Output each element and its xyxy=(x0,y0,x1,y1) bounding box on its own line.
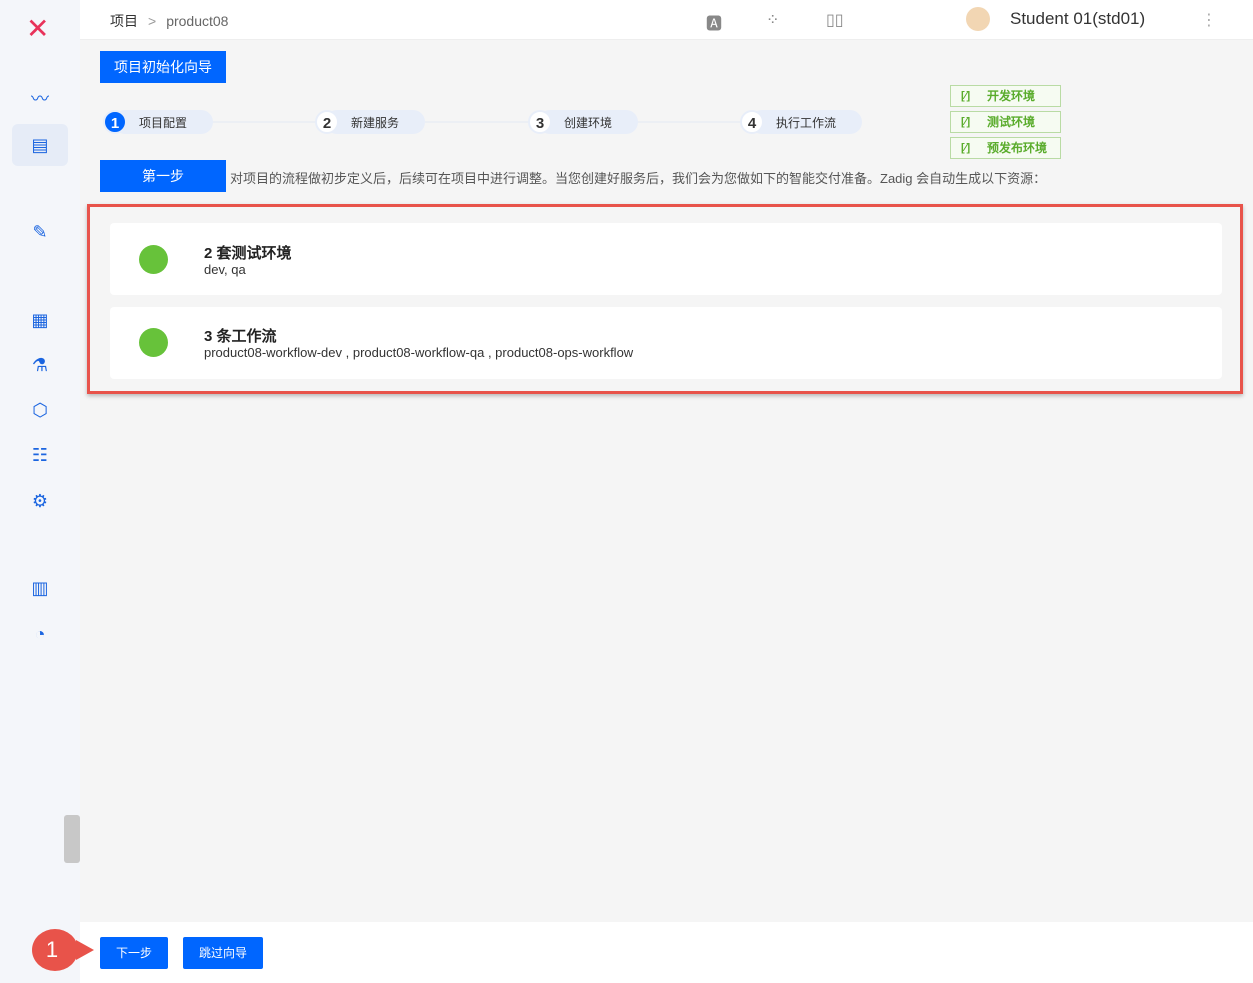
env-tag-dev: [⁄] 开发环境 xyxy=(950,85,1061,107)
env-tag-test: [⁄] 测试环境 xyxy=(950,111,1061,133)
step-label: 项目配置 xyxy=(139,115,188,130)
step-number: 1 xyxy=(103,110,127,134)
edit-note-icon[interactable]: ✎ xyxy=(28,220,52,244)
chart-monitor-icon[interactable]: ▥ xyxy=(28,576,52,600)
env-tag-label: 测试环境 xyxy=(987,115,1036,129)
step-label: 创建环境 xyxy=(564,115,613,130)
docs-book-icon[interactable]: ▯▯ xyxy=(826,10,844,30)
breadcrumb: 项目 > product08 xyxy=(110,11,228,31)
env-tag-label: 预发布环境 xyxy=(987,141,1048,155)
package-icon[interactable]: ⬡ xyxy=(28,398,52,422)
step-label: 新建服务 xyxy=(351,115,400,130)
step-number: 3 xyxy=(528,110,552,134)
wizard-title: 项目初始化向导 xyxy=(100,51,226,83)
resource-title: 3 条工作流 xyxy=(204,328,277,345)
resource-card-envs: 2 套测试环境 dev, qa xyxy=(110,223,1222,295)
flask-icon[interactable]: ⚗ xyxy=(28,353,52,377)
next-button[interactable]: 下一步 xyxy=(100,937,168,969)
step-1: 1 项目配置 xyxy=(103,110,213,134)
topbar: 项目 > product08 🅰 ⁘ ▯▯ Student 01(std01) ⋮ xyxy=(80,0,1253,40)
step-connector xyxy=(425,121,530,123)
status-dot xyxy=(139,245,168,274)
step-label-badge: 第一步 xyxy=(100,160,226,192)
step-description: 对项目的流程做初步定义后，后续可在项目中进行调整。当您创建好服务后，我们会为您做… xyxy=(230,171,1047,186)
more-vertical-icon[interactable]: ⋮ xyxy=(1201,10,1217,30)
step-2: 2 新建服务 xyxy=(315,110,425,134)
resource-detail: product08-workflow-dev , product08-workf… xyxy=(204,345,634,360)
breadcrumb-sep: > xyxy=(148,13,157,29)
sidebar: ✕ 〰 ▤ ✎ ▦ ⚗ ⬡ ☷ ⚙ ▥ ◔ xyxy=(0,0,80,983)
resource-detail: dev, qa xyxy=(204,262,246,277)
annotation-badge: 1 xyxy=(32,929,94,971)
zadig-logo[interactable]: ✕ xyxy=(26,12,49,45)
step-connector xyxy=(210,121,320,123)
breadcrumb-project: product08 xyxy=(166,13,229,29)
hierarchy-icon[interactable]: ☷ xyxy=(28,443,52,467)
code-window-icon: [⁄] xyxy=(961,142,971,154)
step-number: 2 xyxy=(315,110,339,134)
skip-wizard-button[interactable]: 跳过向导 xyxy=(183,937,263,969)
step-3: 3 创建环境 xyxy=(528,110,638,134)
resource-title: 2 套测试环境 xyxy=(204,245,292,262)
breadcrumb-root[interactable]: 项目 xyxy=(110,13,138,29)
step-connector xyxy=(637,121,742,123)
dashboard-icon[interactable]: ▦ xyxy=(28,308,52,332)
step-label: 执行工作流 xyxy=(776,115,837,130)
code-window-icon: [⁄] xyxy=(961,90,971,102)
step-4: 4 执行工作流 xyxy=(740,110,862,134)
resource-card-workflows: 3 条工作流 product08-workflow-dev , product0… xyxy=(110,307,1222,379)
code-window-icon: [⁄] xyxy=(961,116,971,128)
step-number: 4 xyxy=(740,110,764,134)
user-name[interactable]: Student 01(std01) xyxy=(1010,9,1145,29)
translate-icon[interactable]: 🅰 xyxy=(706,10,722,34)
pie-chart-icon[interactable]: ◔ xyxy=(28,622,52,646)
project-pm-icon[interactable]: ▤ xyxy=(12,124,68,166)
avatar[interactable] xyxy=(966,7,990,31)
scrollbar[interactable] xyxy=(64,815,80,863)
settings-icon[interactable]: ⚙ xyxy=(28,489,52,513)
monitor-pulse-icon[interactable]: 〰 xyxy=(28,87,52,111)
env-tag-label: 开发环境 xyxy=(987,89,1036,103)
env-tag-staging: [⁄] 预发布环境 xyxy=(950,137,1061,159)
apps-icon[interactable]: ⁘ xyxy=(766,10,779,30)
status-dot xyxy=(139,328,168,357)
